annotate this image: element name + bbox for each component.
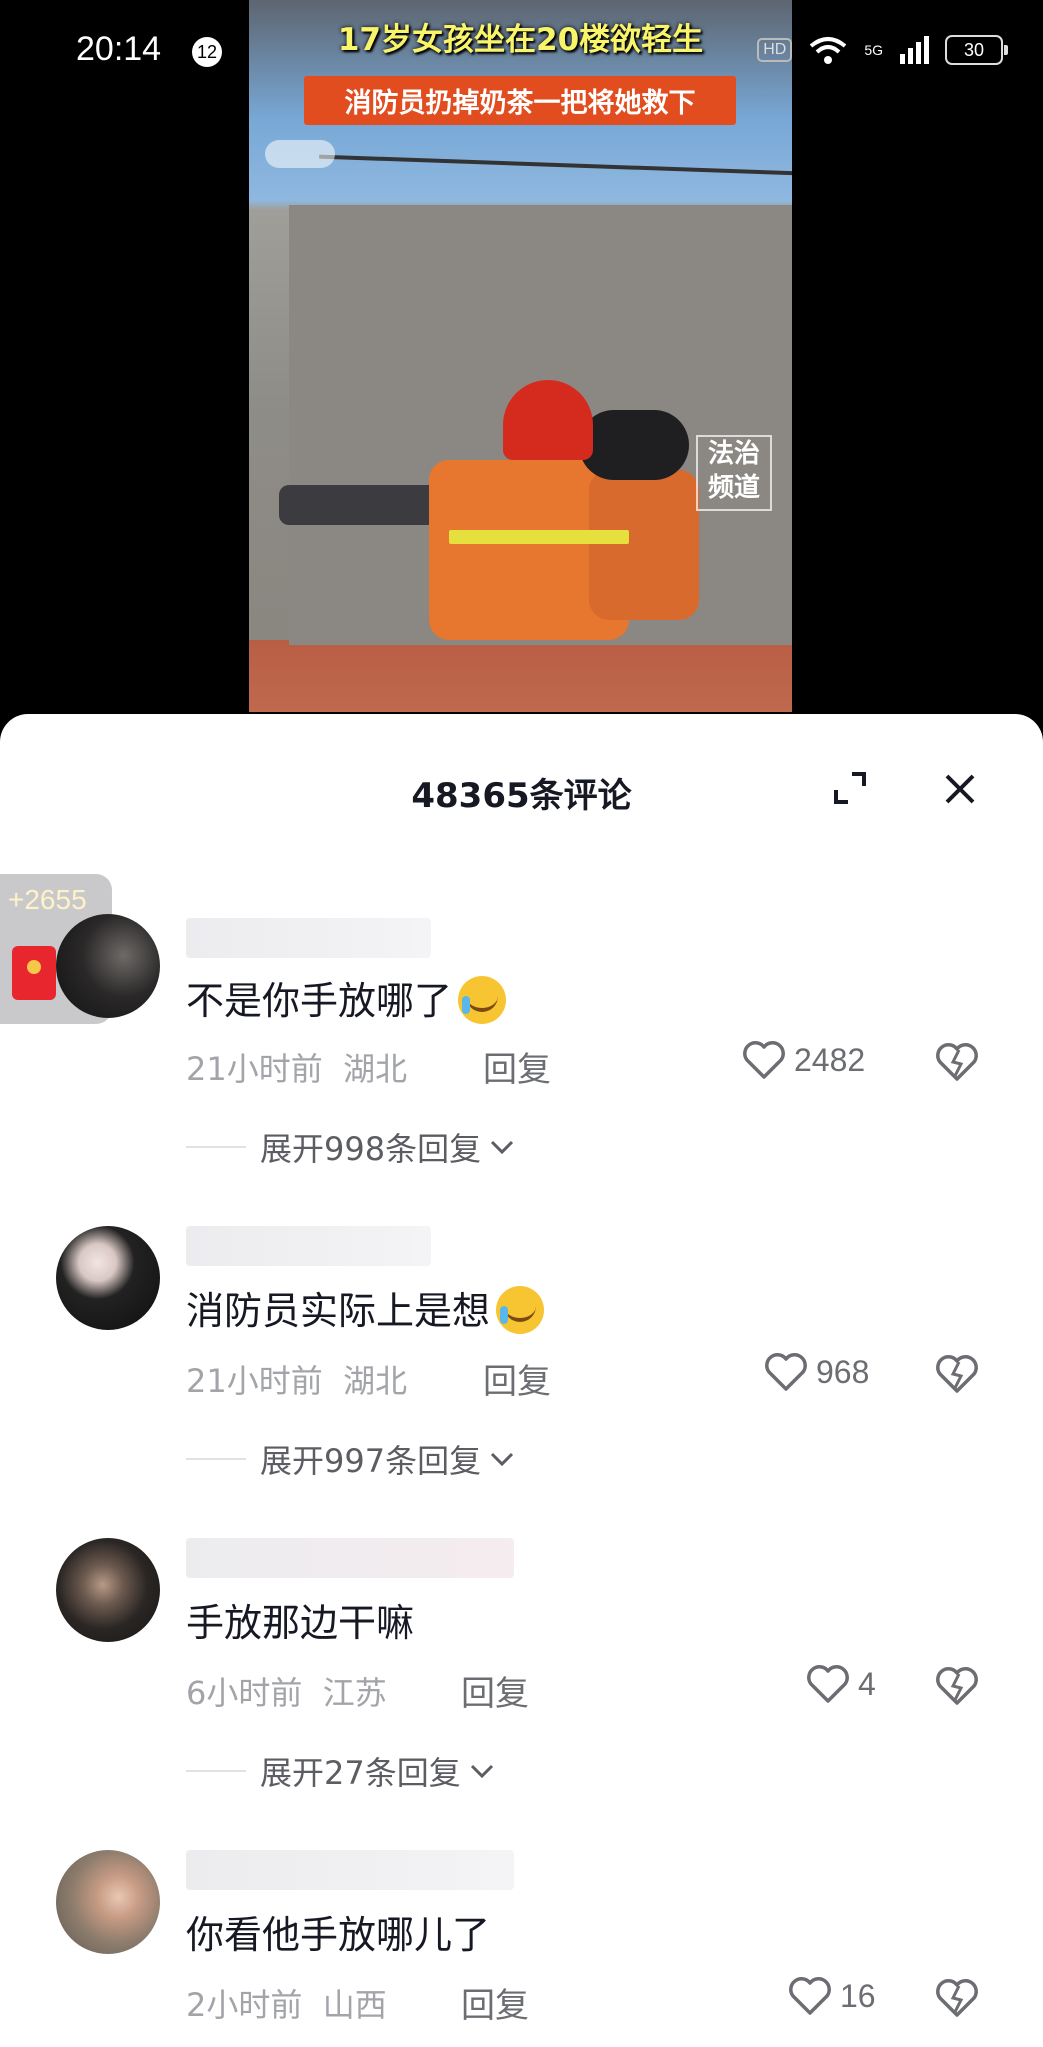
- comment-meta: 21小时前 湖北: [186, 1050, 408, 1088]
- username-hidden[interactable]: [186, 918, 431, 958]
- video-player[interactable]: 法治频道 17岁女孩坐在20楼欲轻生 消防员扔掉奶茶一把将她救下: [249, 0, 792, 712]
- like-count: 2482: [794, 1041, 866, 1078]
- channel-logo: [265, 140, 335, 168]
- username-hidden[interactable]: [186, 1850, 514, 1890]
- heart-icon: [789, 1977, 831, 2015]
- comment-text: 你看他手放哪儿了: [186, 1913, 491, 1957]
- reward-count: +2655: [8, 884, 87, 915]
- reply-button[interactable]: 回复: [461, 1666, 529, 1715]
- broken-heart-icon[interactable]: [935, 1354, 979, 1394]
- avatar[interactable]: [56, 914, 160, 1018]
- hd-icon: HD: [757, 38, 793, 62]
- video-watermark: 法治频道: [696, 435, 772, 511]
- comment-meta: 2小时前 山西: [186, 1986, 387, 2024]
- chevron-down-icon: [491, 1140, 514, 1155]
- comment-meta: 6小时前 江苏: [186, 1674, 387, 1712]
- video-figure-leg: [279, 485, 439, 525]
- crying-laughing-emoji-icon: [458, 975, 507, 1024]
- video-reflective-stripe: [449, 530, 629, 544]
- video-girl-head: [579, 410, 689, 480]
- expand-replies[interactable]: 展开997条回复: [186, 1436, 515, 1482]
- heart-icon: [807, 1665, 849, 1703]
- close-icon[interactable]: [943, 772, 977, 806]
- divider: [186, 1146, 246, 1148]
- username-hidden[interactable]: [186, 1538, 514, 1578]
- fullscreen-icon[interactable]: [832, 770, 868, 806]
- crying-laughing-emoji-icon: [496, 1285, 545, 1334]
- comment-text: 消防员实际上是想: [186, 1280, 545, 1338]
- heart-icon: [743, 1041, 785, 1079]
- comments-title: 48365条评论: [411, 776, 632, 816]
- video-girl: [589, 470, 699, 620]
- like-button[interactable]: 2482: [742, 1040, 865, 1080]
- avatar[interactable]: [56, 1538, 160, 1642]
- wifi-icon: [810, 37, 847, 64]
- divider: [186, 1458, 246, 1460]
- broken-heart-icon[interactable]: [935, 1666, 979, 1706]
- broken-heart-icon[interactable]: [935, 1978, 979, 2018]
- comment-text: 不是你手放哪了: [186, 970, 507, 1028]
- divider: [186, 1770, 246, 1772]
- expand-replies-label: 展开998条回复: [260, 1130, 482, 1168]
- comment-meta: 21小时前 湖北: [186, 1362, 408, 1400]
- like-count: 4: [858, 1665, 876, 1702]
- avatar[interactable]: [56, 1850, 160, 1954]
- like-button[interactable]: 4: [806, 1664, 876, 1704]
- expand-replies[interactable]: 展开998条回复: [186, 1124, 515, 1170]
- red-envelope-icon: [12, 946, 56, 1000]
- expand-replies-label: 展开27条回复: [260, 1754, 461, 1792]
- status-time: 20:14: [76, 30, 162, 68]
- chevron-down-icon: [470, 1764, 493, 1779]
- like-count: 16: [840, 1977, 876, 2014]
- signal-icon: [900, 36, 929, 64]
- broken-heart-icon[interactable]: [935, 1042, 979, 1082]
- status-icons: HD 5G 30: [757, 30, 1008, 70]
- network-label: 5G: [864, 42, 883, 58]
- username-hidden[interactable]: [186, 1226, 431, 1266]
- expand-replies[interactable]: 展开27条回复: [186, 1748, 495, 1794]
- reply-button[interactable]: 回复: [483, 1354, 551, 1403]
- like-button[interactable]: 968: [764, 1352, 869, 1392]
- video-railing: [319, 154, 792, 176]
- expand-replies-label: 展开997条回复: [260, 1442, 482, 1480]
- status-bar: 20:14 12 HD 5G 30: [0, 0, 1043, 100]
- like-button[interactable]: 16: [788, 1976, 876, 2016]
- reply-button[interactable]: 回复: [483, 1042, 551, 1091]
- like-count: 968: [816, 1353, 870, 1390]
- comment-text: 手放那边干嘛: [186, 1601, 415, 1645]
- notification-badge: 12: [192, 37, 222, 67]
- chevron-down-icon: [491, 1452, 514, 1467]
- heart-icon: [765, 1353, 807, 1391]
- avatar[interactable]: [56, 1226, 160, 1330]
- video-helmet: [503, 380, 593, 460]
- comments-panel: 48365条评论 +2655 › 不是你手放哪了 21小时前 湖北 回复 248…: [0, 714, 1043, 2047]
- reply-button[interactable]: 回复: [461, 1978, 529, 2027]
- battery-icon: 30: [945, 35, 1008, 65]
